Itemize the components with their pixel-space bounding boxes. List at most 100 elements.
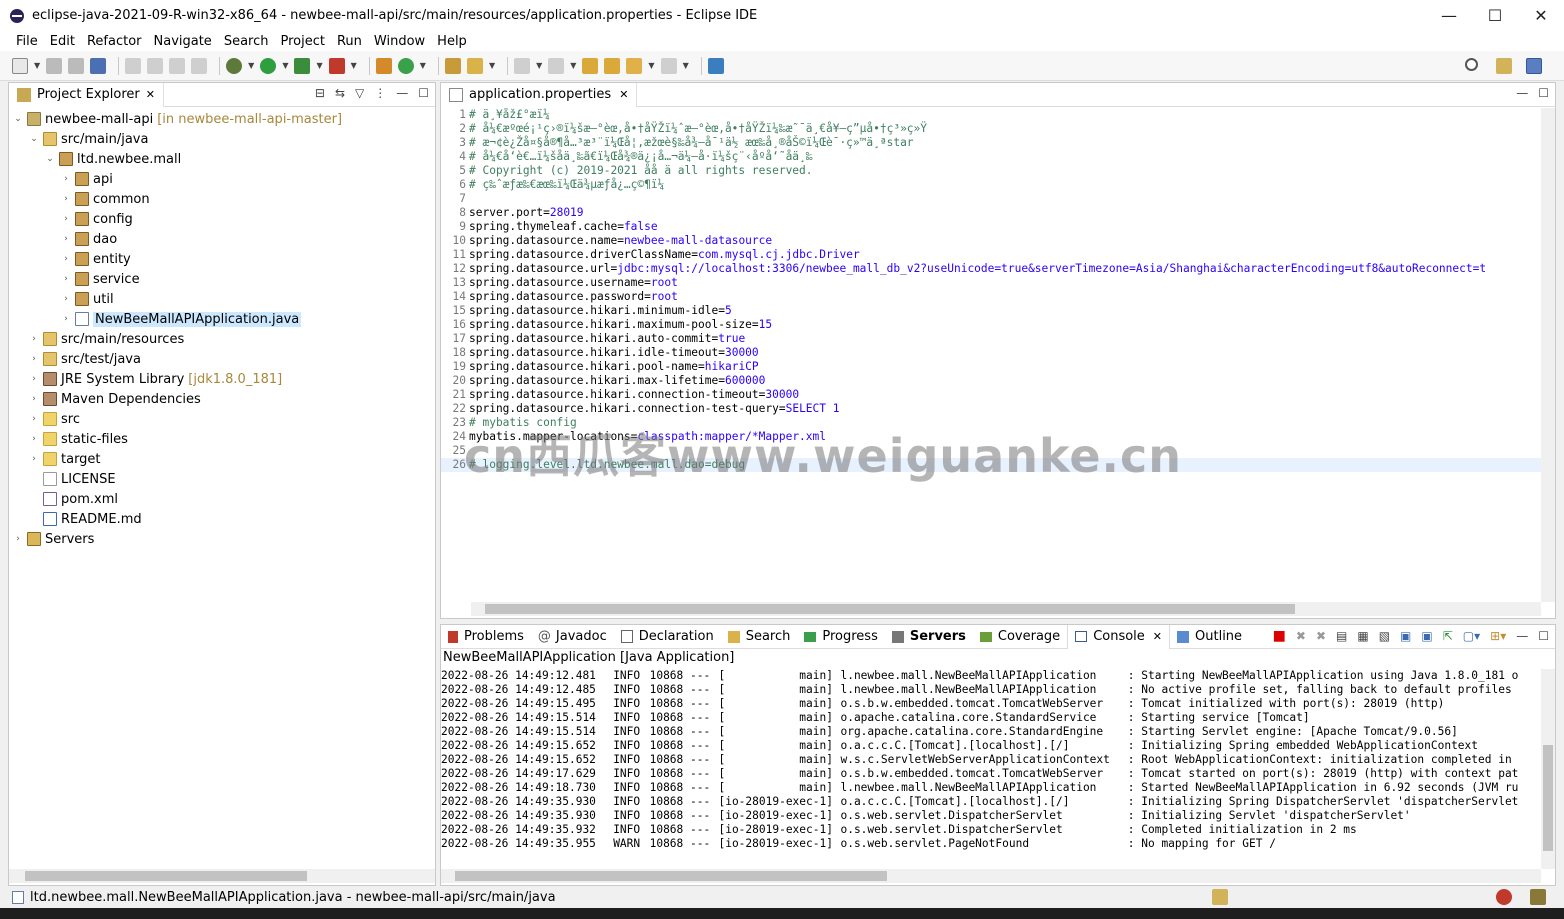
menu-project[interactable]: Project [274,34,330,49]
coverage-icon[interactable] [294,57,311,74]
close-icon[interactable]: ✕ [146,88,155,101]
save-all-icon[interactable] [68,57,85,74]
collapsed-chevron-icon[interactable]: › [59,314,73,324]
scrollbar-thumb[interactable] [455,871,887,881]
collapsed-chevron-icon[interactable]: › [27,434,41,444]
save-icon[interactable] [46,57,63,74]
tab-problems[interactable]: Problems [441,625,531,649]
minimize-button[interactable]: — [1426,0,1472,31]
collapsed-chevron-icon[interactable]: › [59,194,73,204]
tab-progress[interactable]: Progress [797,625,884,649]
menu-help[interactable]: Help [431,34,473,49]
tree-item-servers[interactable]: › Servers [9,529,435,549]
build-icon[interactable] [147,57,164,74]
tree-item-api[interactable]: › api [9,169,435,189]
tree-item-main-class[interactable]: › NewBeeMallAPIApplication.java [9,309,435,329]
menu-file[interactable]: File [10,34,44,49]
editor-horizontal-scrollbar[interactable] [471,602,1541,616]
maximize-view-icon[interactable]: ☐ [1538,86,1549,100]
collapsed-chevron-icon[interactable]: › [27,394,41,404]
open-type-icon[interactable] [444,57,461,74]
dropdown-arrow-icon[interactable]: ▼ [351,61,357,70]
tree-item-service[interactable]: › service [9,269,435,289]
toggle-icon[interactable] [169,57,186,74]
search-toolbar-icon[interactable] [466,57,483,74]
collapsed-chevron-icon[interactable]: › [27,454,41,464]
clear-console-icon[interactable]: ▤ [1336,629,1347,643]
pilcrow-icon[interactable] [191,57,208,74]
tree-item-jre[interactable]: › JRE System Library [jdk1.8.0_181] [9,369,435,389]
maximize-view-icon[interactable]: ☐ [1538,629,1549,643]
tree-item-src-main-java[interactable]: ⌄ src/main/java [9,129,435,149]
dropdown-arrow-icon[interactable]: ▼ [648,61,654,70]
tree-item-src-test-java[interactable]: › src/test/java [9,349,435,369]
close-icon[interactable]: ✕ [619,88,628,101]
tab-javadoc[interactable]: @ Javadoc [531,625,614,649]
remove-launch-icon[interactable]: ✖ [1296,629,1306,643]
tree-item-project[interactable]: ⌄ newbee-mall-api [in newbee-mall-api-ma… [9,109,435,129]
tree-item-config[interactable]: › config [9,209,435,229]
collapsed-chevron-icon[interactable]: › [59,174,73,184]
dropdown-arrow-icon[interactable]: ▼ [683,61,689,70]
console-horizontal-scrollbar[interactable] [441,869,1541,883]
collapsed-chevron-icon[interactable]: › [27,334,41,344]
maximize-view-icon[interactable]: ☐ [418,86,429,100]
tree-item-package-root[interactable]: ⌄ ltd.newbee.mall [9,149,435,169]
filter-icon[interactable]: ▽ [355,86,364,100]
tab-console[interactable]: Console ✕ [1067,624,1171,649]
external-tools-icon[interactable] [328,57,345,74]
collapse-all-icon[interactable]: ⊟ [315,86,325,100]
console-output[interactable]: 2022-08-26 14:49:12.481 INFO 10868 ---[ ma… [441,669,1541,869]
show-console-on-stdout-icon[interactable]: ▣ [1400,629,1411,643]
dropdown-arrow-icon[interactable]: ▼ [248,61,254,70]
link-with-editor-icon[interactable]: ⇆ [335,86,345,100]
dropdown-arrow-icon[interactable]: ▼ [570,61,576,70]
remove-all-launches-icon[interactable]: ✖ [1316,629,1326,643]
new-icon[interactable] [12,57,28,74]
terminate-icon[interactable]: ■ [1273,628,1286,644]
tree-item-readme[interactable]: README.md [9,509,435,529]
scrollbar-thumb[interactable] [485,604,1295,614]
collapsed-chevron-icon[interactable]: › [59,234,73,244]
menu-search[interactable]: Search [218,34,275,49]
menu-navigate[interactable]: Navigate [148,34,218,49]
java-perspective-icon[interactable] [1526,58,1542,74]
build-status-icon[interactable] [1212,889,1228,905]
collapsed-chevron-icon[interactable]: › [59,214,73,224]
dropdown-arrow-icon[interactable]: ▼ [420,61,426,70]
expanded-chevron-icon[interactable]: ⌄ [27,134,41,144]
scrollbar-thumb[interactable] [25,871,307,881]
menu-edit[interactable]: Edit [44,34,81,49]
menu-run[interactable]: Run [331,34,368,49]
notification-icon[interactable] [1496,889,1512,905]
dropdown-arrow-icon[interactable]: ▼ [316,61,322,70]
tab-search[interactable]: Search [721,625,798,649]
tree-item-src[interactable]: › src [9,409,435,429]
pin-console-icon[interactable]: ⇱ [1443,629,1453,643]
tab-outline[interactable]: Outline [1170,625,1249,649]
console-vertical-scrollbar[interactable] [1541,669,1555,869]
tree-item-static-files[interactable]: › static-files [9,429,435,449]
minimize-view-icon[interactable]: — [1516,629,1528,643]
display-selected-console-icon[interactable]: ▢▾ [1463,629,1480,643]
last-edit-location-icon[interactable] [582,57,599,74]
search-icon[interactable] [1465,58,1478,71]
scrollbar-thumb[interactable] [1543,745,1553,851]
collapsed-chevron-icon[interactable]: › [11,534,25,544]
dropdown-arrow-icon[interactable]: ▼ [34,61,40,70]
collapsed-chevron-icon[interactable]: › [27,414,41,424]
tree-item-dao[interactable]: › dao [9,229,435,249]
new-java-class-icon[interactable] [397,57,414,74]
close-icon[interactable]: ✕ [1153,630,1162,643]
menu-window[interactable]: Window [368,34,431,49]
view-menu-icon[interactable]: ⋮ [374,86,386,100]
tree-item-util[interactable]: › util [9,289,435,309]
expanded-chevron-icon[interactable]: ⌄ [43,154,57,164]
next-annotation-icon[interactable] [514,57,531,74]
tree-item-src-main-resources[interactable]: › src/main/resources [9,329,435,349]
close-button[interactable]: ✕ [1518,0,1564,31]
collapsed-chevron-icon[interactable]: › [27,374,41,384]
tab-coverage[interactable]: Coverage [973,625,1067,649]
menu-refactor[interactable]: Refactor [81,34,148,49]
scroll-lock-icon[interactable]: ▦ [1357,629,1368,643]
